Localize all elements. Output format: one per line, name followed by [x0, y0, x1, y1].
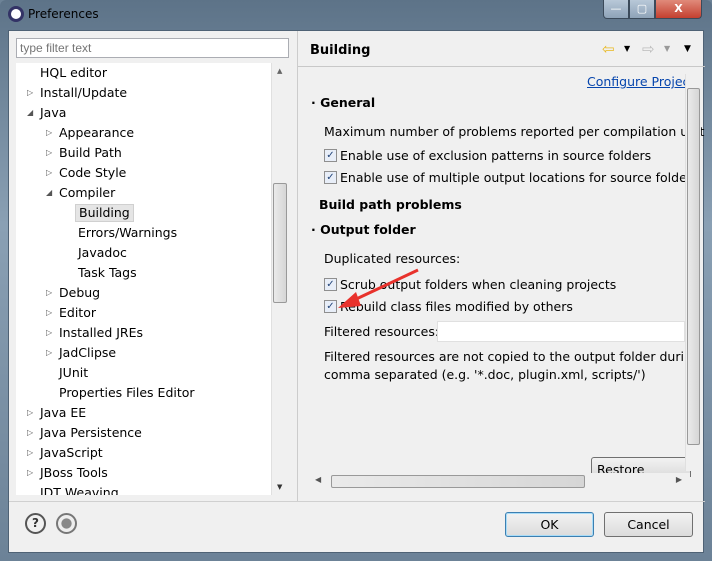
annotation-arrow-head	[338, 292, 361, 308]
annotation-arrow	[338, 268, 419, 308]
annotation-arrow-shaft	[351, 268, 419, 303]
